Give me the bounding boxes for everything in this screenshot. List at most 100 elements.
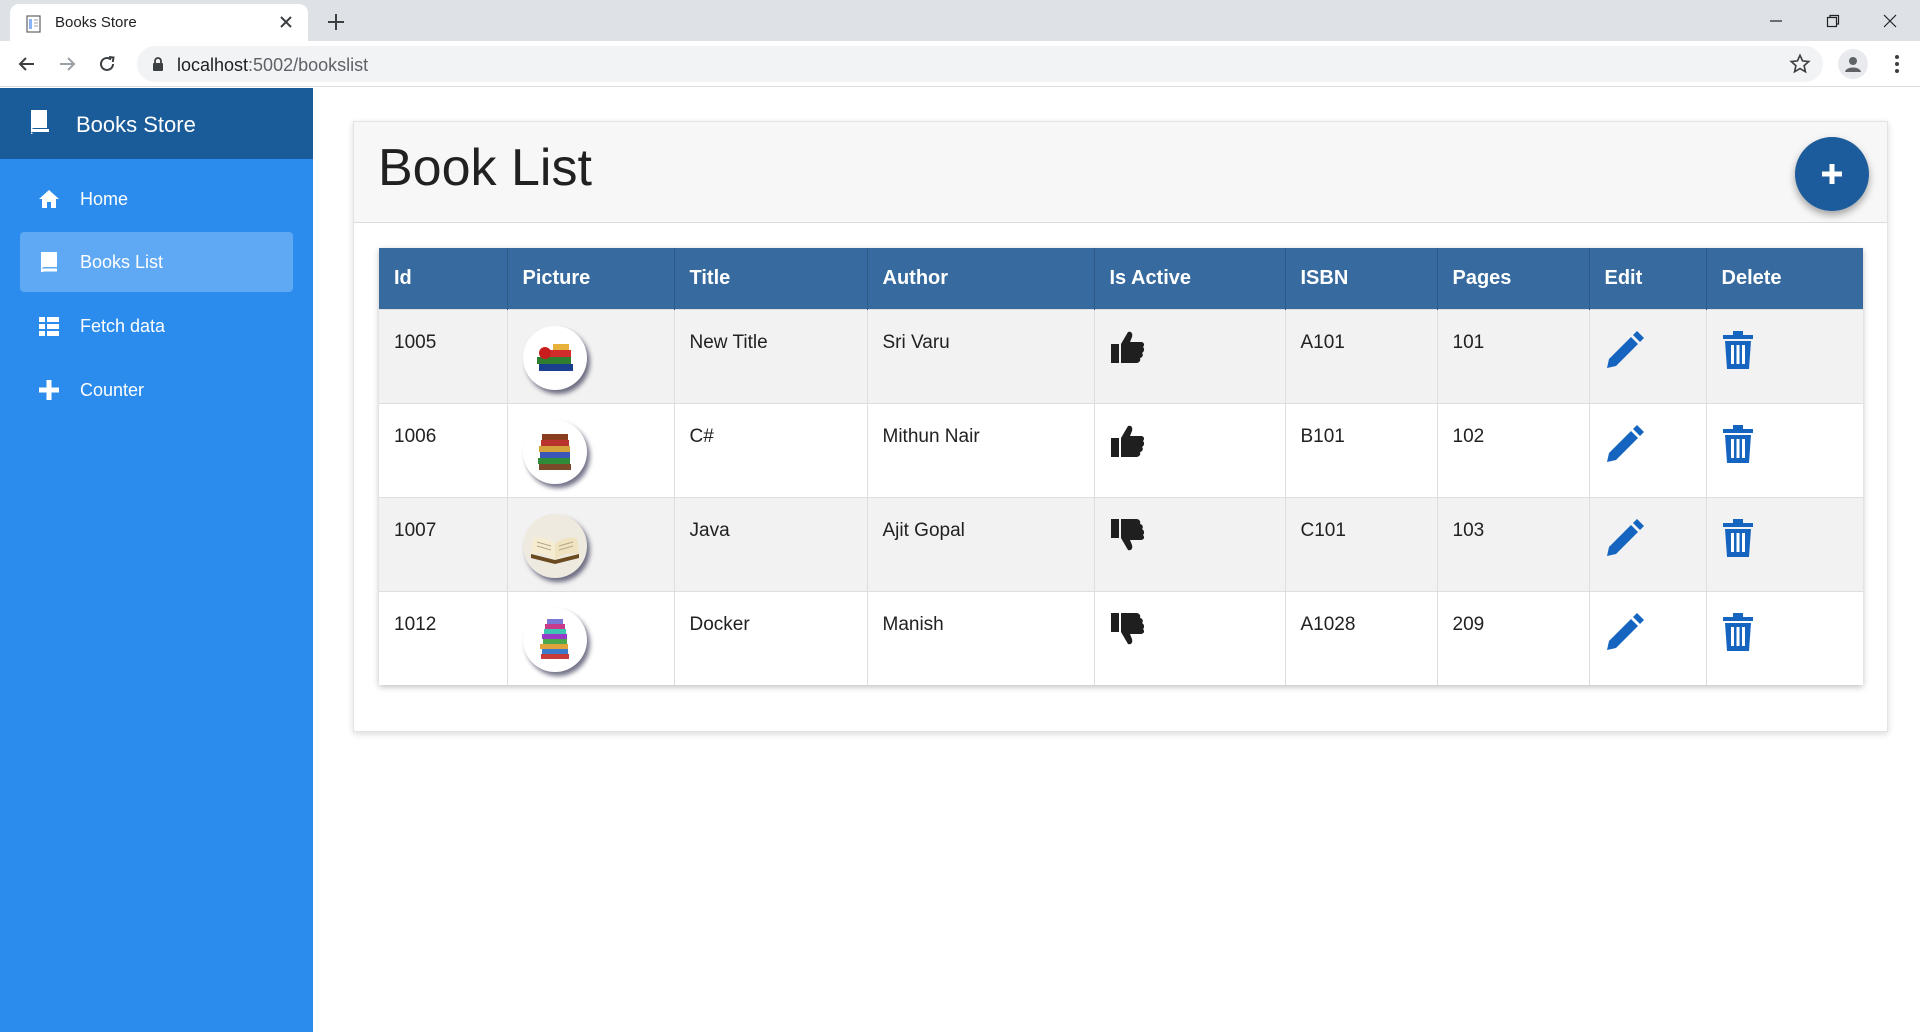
back-button[interactable] — [12, 49, 42, 79]
cell-pages: 103 — [1437, 496, 1590, 591]
cell-title: New Title — [674, 308, 868, 403]
column-header-edit[interactable]: Edit — [1589, 248, 1707, 309]
tab-title: Books Store — [55, 14, 137, 31]
thumbs-up-icon — [1110, 331, 1144, 363]
book-list-card: Book List Id Picture Title Author Is Act… — [353, 121, 1888, 732]
cell-isbn: A101 — [1285, 308, 1438, 403]
cell-is-active — [1094, 402, 1286, 497]
trash-icon — [1722, 612, 1753, 651]
cell-title: Java — [674, 496, 868, 591]
column-header-picture[interactable]: Picture — [507, 248, 675, 309]
restore-button[interactable] — [1805, 0, 1861, 41]
tab-close-icon[interactable] — [276, 12, 296, 32]
pencil-icon — [1606, 330, 1644, 368]
brand-bar[interactable]: Books Store — [0, 88, 313, 159]
column-header-title[interactable]: Title — [674, 248, 868, 309]
sidebar-item-fetch-data[interactable]: Fetch data — [20, 296, 293, 356]
close-window-button[interactable] — [1862, 0, 1918, 41]
thumbs-down-icon — [1110, 518, 1144, 550]
table-row: 1006 C# Mithun Nair B101 102 — [379, 402, 1863, 497]
forward-button[interactable] — [52, 49, 82, 79]
pencil-icon — [1606, 424, 1644, 462]
cell-is-active — [1094, 496, 1286, 591]
edit-button[interactable] — [1605, 612, 1645, 658]
table-row: 1012 Docker Manish A1028 209 — [379, 590, 1863, 685]
sidebar-item-label: Books List — [80, 252, 164, 272]
browser-tab[interactable]: Books Store — [10, 4, 308, 41]
lock-icon — [153, 57, 163, 71]
minimize-button[interactable] — [1748, 0, 1804, 41]
cell-author: Mithun Nair — [867, 402, 1095, 497]
books-table: Id Picture Title Author Is Active ISBN P… — [379, 248, 1863, 685]
thumbs-down-icon — [1110, 612, 1144, 644]
plus-icon — [39, 380, 59, 400]
bookmark-star-icon[interactable] — [1789, 53, 1811, 75]
cell-isbn: C101 — [1285, 496, 1438, 591]
cell-pages: 101 — [1437, 308, 1590, 403]
sidebar-item-home[interactable]: Home — [20, 169, 293, 229]
sidebar-item-books-list[interactable]: Books List — [20, 232, 293, 292]
book-thumbnail — [522, 607, 587, 672]
edit-button[interactable] — [1605, 330, 1645, 376]
thumbs-up-icon — [1110, 425, 1144, 457]
delete-button[interactable] — [1722, 518, 1754, 564]
cell-title: C# — [674, 402, 868, 497]
reload-button[interactable] — [92, 49, 122, 79]
cell-id: 1007 — [379, 496, 508, 591]
trash-icon — [1722, 518, 1753, 557]
add-book-button[interactable] — [1795, 137, 1869, 211]
table-row: 1005 New Title Sri Varu A101 101 — [379, 308, 1863, 403]
column-header-id[interactable]: Id — [379, 248, 508, 309]
delete-button[interactable] — [1722, 612, 1754, 658]
table-row: 1007 Java Ajit Gopal C101 103 — [379, 496, 1863, 591]
book-thumbnail — [522, 513, 587, 578]
browser-menu-icon[interactable] — [1882, 49, 1912, 79]
address-bar[interactable]: localhost:5002/bookslist — [137, 46, 1823, 82]
books-table-container: Id Picture Title Author Is Active ISBN P… — [379, 248, 1863, 685]
page-title: Book List — [378, 139, 592, 197]
column-header-author[interactable]: Author — [867, 248, 1095, 309]
column-header-delete[interactable]: Delete — [1706, 248, 1863, 309]
trash-icon — [1722, 330, 1753, 369]
cell-is-active — [1094, 590, 1286, 685]
book-icon — [31, 110, 49, 134]
pencil-icon — [1606, 518, 1644, 556]
delete-button[interactable] — [1722, 330, 1754, 376]
delete-button[interactable] — [1722, 424, 1754, 470]
main-content: Book List Id Picture Title Author Is Act… — [313, 88, 1920, 1032]
cell-delete — [1706, 402, 1863, 497]
table-header-row: Id Picture Title Author Is Active ISBN P… — [379, 248, 1863, 309]
list-icon — [39, 317, 59, 336]
cell-edit — [1589, 496, 1707, 591]
cell-edit — [1589, 308, 1707, 403]
column-header-is-active[interactable]: Is Active — [1094, 248, 1286, 309]
app: Books Store Home Books List Fetch data C… — [0, 88, 1920, 1032]
sidebar-item-counter[interactable]: Counter — [20, 360, 293, 420]
cell-author: Manish — [867, 590, 1095, 685]
pencil-icon — [1606, 612, 1644, 650]
profile-avatar-icon[interactable] — [1838, 49, 1868, 79]
cell-is-active — [1094, 308, 1286, 403]
cell-delete — [1706, 308, 1863, 403]
sidebar: Books Store Home Books List Fetch data C… — [0, 88, 313, 1032]
cell-pages: 209 — [1437, 590, 1590, 685]
cell-id: 1006 — [379, 402, 508, 497]
column-header-isbn[interactable]: ISBN — [1285, 248, 1438, 309]
trash-icon — [1722, 424, 1753, 463]
edit-button[interactable] — [1605, 424, 1645, 470]
card-header: Book List — [354, 122, 1887, 223]
cell-delete — [1706, 590, 1863, 685]
book-icon — [41, 252, 57, 272]
cell-picture — [507, 496, 675, 591]
cell-isbn: B101 — [1285, 402, 1438, 497]
new-tab-button[interactable] — [322, 8, 350, 36]
column-header-pages[interactable]: Pages — [1437, 248, 1590, 309]
home-icon — [39, 190, 59, 208]
cell-picture — [507, 308, 675, 403]
edit-button[interactable] — [1605, 518, 1645, 564]
cell-isbn: A1028 — [1285, 590, 1438, 685]
browser-toolbar: localhost:5002/bookslist — [0, 41, 1920, 87]
page-favicon-icon — [26, 15, 41, 33]
sidebar-item-label: Counter — [80, 380, 145, 400]
sidebar-item-label: Fetch data — [80, 316, 166, 336]
